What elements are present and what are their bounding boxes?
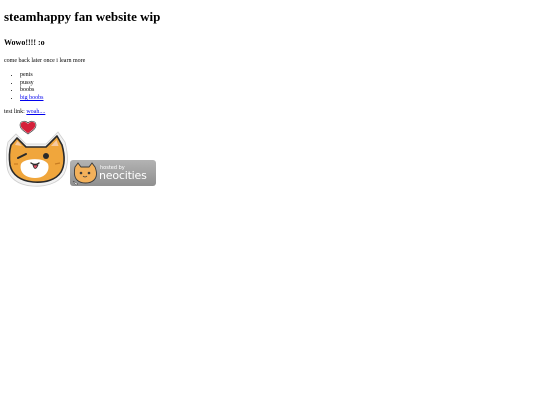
big-boobs-link[interactable]: big boobs	[20, 95, 44, 101]
cat-sticker-icon	[5, 120, 68, 187]
neocities-cat-icon	[72, 162, 97, 186]
list-item-label: pussy	[20, 79, 34, 86]
test-link[interactable]: woah....	[26, 109, 45, 115]
heart-icon	[19, 120, 37, 135]
neocities-badge[interactable]: hosted by neocities	[70, 159, 156, 186]
list-item: penis	[20, 72, 524, 80]
list-item-label: boobs	[20, 87, 35, 94]
badge-large-text: neocities	[99, 168, 147, 182]
page-content: steamhappy fan website wip Wowo!!!! :o c…	[4, 0, 524, 200]
page-subheading: Wowo!!!! :o	[4, 38, 45, 47]
page-title: steamhappy fan website wip	[4, 9, 161, 24]
test-link-line: test link: woah....	[4, 108, 524, 116]
list-item: pussy	[20, 80, 524, 88]
list-item: big boobs	[20, 95, 524, 103]
list-item: boobs	[20, 87, 524, 95]
image-row: hosted by neocities	[4, 120, 524, 200]
intro-text: come back later once i learn more	[4, 58, 86, 64]
test-link-prefix: test link:	[4, 108, 27, 115]
bullet-list: penis pussy boobs big boobs	[4, 72, 524, 103]
list-item-label: penis	[20, 72, 33, 78]
